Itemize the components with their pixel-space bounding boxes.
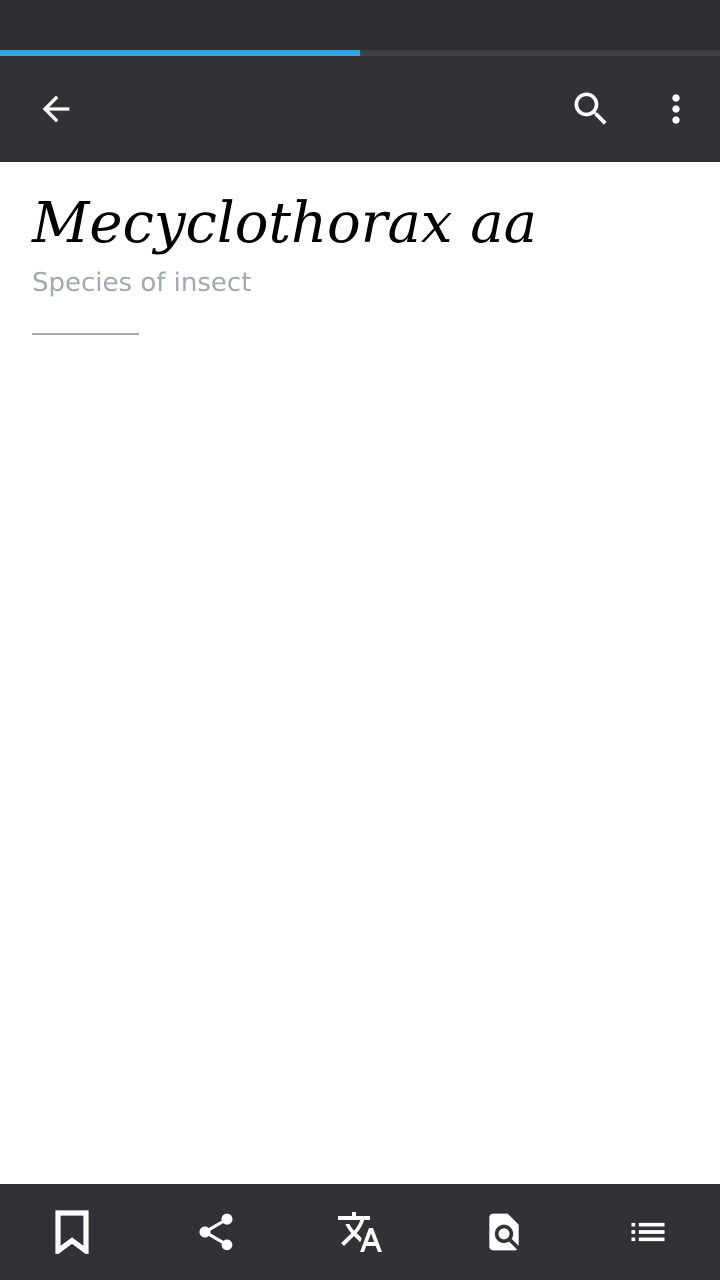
- bookmark-icon: [55, 1210, 89, 1254]
- back-button[interactable]: [16, 69, 96, 149]
- table-of-contents-icon: [631, 1222, 665, 1242]
- article-content: Mecyclothorax aa Species of insect: [0, 162, 720, 1184]
- more-options-button[interactable]: [636, 69, 716, 149]
- share-button[interactable]: [176, 1192, 256, 1272]
- article-description: Species of insect: [32, 268, 252, 298]
- find-in-page-button[interactable]: [464, 1192, 544, 1272]
- top-toolbar: [0, 56, 720, 162]
- more-vert-icon: [672, 94, 680, 124]
- search-button[interactable]: [551, 69, 631, 149]
- article-title: Mecyclothorax aa: [32, 191, 538, 256]
- share-icon: [199, 1213, 233, 1251]
- status-bar: [0, 0, 720, 50]
- back-arrow-icon: [42, 95, 70, 123]
- translate-icon: [338, 1212, 382, 1252]
- search-icon: [574, 92, 607, 125]
- table-of-contents-button[interactable]: [608, 1192, 688, 1272]
- title-divider: [32, 333, 139, 335]
- save-bookmark-button[interactable]: [32, 1192, 112, 1272]
- language-button[interactable]: [320, 1192, 400, 1272]
- find-in-page-icon: [489, 1213, 519, 1251]
- bottom-action-bar: [0, 1184, 720, 1280]
